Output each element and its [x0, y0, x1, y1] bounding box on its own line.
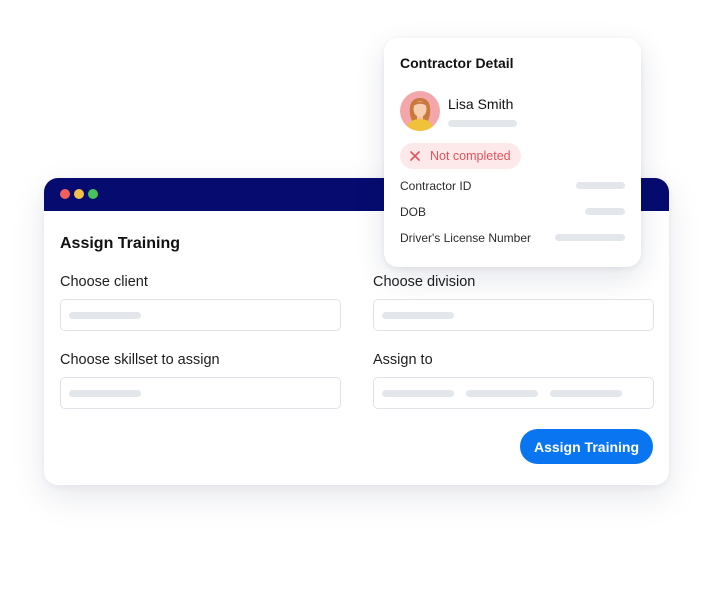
- assign-to-placeholder-bar: [466, 390, 538, 397]
- close-icon: [410, 151, 420, 161]
- skillset-placeholder-bar: [69, 390, 141, 397]
- skillset-label: Choose skillset to assign: [60, 352, 220, 368]
- assign-training-button[interactable]: Assign Training: [520, 429, 653, 464]
- dob-label: DOB: [400, 205, 427, 219]
- minimize-window-dot[interactable]: [74, 189, 84, 199]
- client-label: Choose client: [60, 274, 148, 290]
- assign-to-placeholder-bar: [382, 390, 454, 397]
- drivers-license-label: Driver's License Number: [400, 231, 531, 245]
- close-window-dot[interactable]: [60, 189, 70, 199]
- contractor-name: Lisa Smith: [448, 96, 514, 112]
- drivers-license-value-placeholder: [555, 234, 625, 241]
- assign-to-placeholder-bar: [550, 390, 622, 397]
- skillset-select[interactable]: [60, 377, 341, 409]
- contractor-id-value-placeholder: [576, 182, 625, 189]
- client-placeholder-bar: [69, 312, 141, 319]
- assign-to-select[interactable]: [373, 377, 654, 409]
- assign-to-label: Assign to: [373, 352, 433, 368]
- card-title: Contractor Detail: [400, 55, 514, 71]
- form-title: Assign Training: [60, 235, 181, 252]
- division-placeholder-bar: [382, 312, 454, 319]
- dob-value-placeholder: [585, 208, 625, 215]
- maximize-window-dot[interactable]: [88, 189, 98, 199]
- avatar: [400, 91, 440, 131]
- client-select[interactable]: [60, 299, 341, 331]
- status-label: Not completed: [430, 149, 511, 163]
- name-subtitle-placeholder-bar: [448, 120, 517, 127]
- status-badge: Not completed: [400, 143, 521, 169]
- contractor-id-label: Contractor ID: [400, 179, 472, 193]
- contractor-detail-card: Contractor Detail Lisa Smith Not complet…: [384, 38, 641, 267]
- division-label: Choose division: [373, 274, 476, 290]
- division-select[interactable]: [373, 299, 654, 331]
